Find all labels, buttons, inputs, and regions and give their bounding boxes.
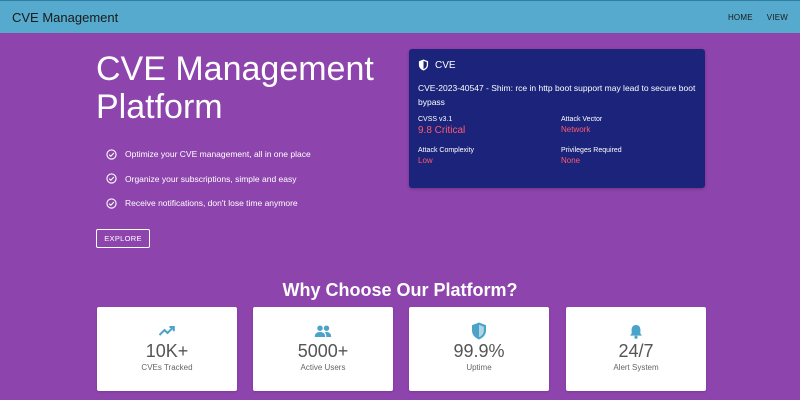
brand-title[interactable]: CVE Management [12,10,118,25]
explore-button[interactable]: EXPLORE [96,229,150,248]
users-icon [253,324,393,340]
stat-label: Active Users [300,363,346,372]
metric-value: None [561,156,581,165]
stat-value: 5000+ [297,341,349,361]
stat-card-alerts: 24/7 Alert System [566,307,706,391]
metric-value: Network [561,125,591,134]
cve-description: CVE-2023-40547 - Shim: rce in http boot … [418,83,696,107]
feature-text: Organize your subscriptions, simple and … [125,173,297,184]
stat-card-uptime: 99.9% Uptime [409,307,549,391]
check-circle-icon [106,173,117,184]
navbar: CVE Management HOME VIEW [0,0,800,33]
stat-card-cves: 10K+ CVEs Tracked [97,307,237,391]
metric-privileges-required: Privileges Required None [561,147,704,165]
nav-links: HOME VIEW [728,13,788,22]
stat-value: 99.9% [453,341,505,361]
cve-card-header: CVE [418,59,696,71]
shield-icon [418,59,429,71]
metric-value: Low [418,156,433,165]
cve-card[interactable]: CVE CVE-2023-40547 - Shim: rce in http b… [409,49,705,188]
nav-view-link[interactable]: VIEW [767,13,788,22]
check-circle-icon [106,198,117,209]
metric-attack-complexity: Attack Complexity Low [418,147,561,165]
metric-label: Privileges Required [561,147,622,154]
metric-attack-vector: Attack Vector Network [561,116,704,136]
feature-item: Optimize your CVE management, all in one… [106,142,311,167]
metric-value: 9.8 Critical [418,125,466,136]
metric-cvss: CVSS v3.1 9.8 Critical [418,116,561,136]
stat-value: 10K+ [145,341,189,361]
stat-label: Uptime [466,363,492,372]
nav-home-link[interactable]: HOME [728,13,753,22]
stat-value: 24/7 [618,341,654,361]
metric-label: Attack Vector [561,116,603,123]
hero-title: CVE Management Platform [96,50,374,126]
bell-icon [566,324,706,340]
feature-item: Receive notifications, don't lose time a… [106,191,311,216]
cve-card-title: CVE [435,59,456,71]
stat-card-users: 5000+ Active Users [253,307,393,391]
stat-label: CVEs Tracked [141,363,193,372]
metric-label: CVSS v3.1 [418,116,453,123]
shield-check-icon [409,322,549,340]
feature-text: Receive notifications, don't lose time a… [125,198,298,209]
feature-item: Organize your subscriptions, simple and … [106,167,311,192]
check-circle-icon [106,149,117,160]
trending-up-icon [97,324,237,340]
feature-list: Optimize your CVE management, all in one… [106,142,311,216]
metric-label: Attack Complexity [418,147,475,154]
stat-label: Alert System [613,363,659,372]
section-title: Why Choose Our Platform? [282,280,518,300]
feature-text: Optimize your CVE management, all in one… [125,149,311,160]
cve-metrics: CVSS v3.1 9.8 Critical Attack Vector Net… [418,116,696,165]
